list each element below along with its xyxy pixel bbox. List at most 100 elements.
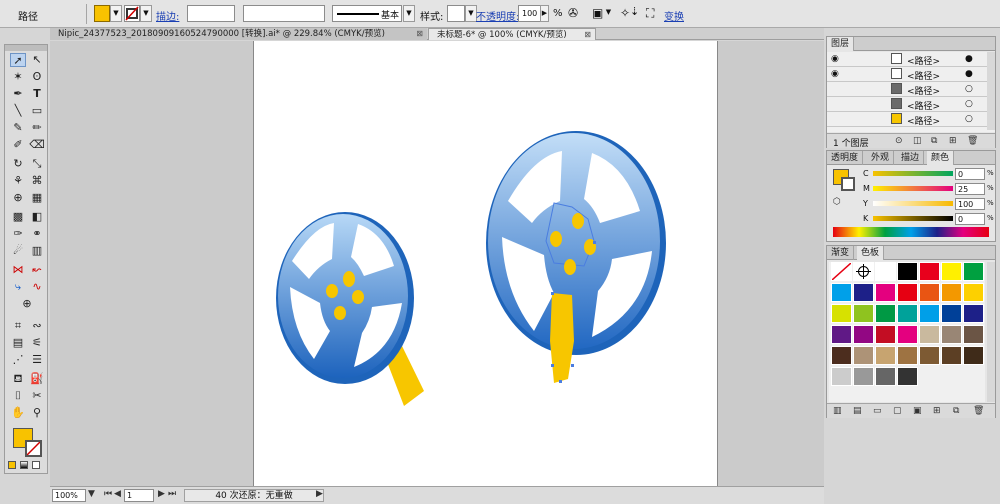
transform-link[interactable]: 变换 [664, 8, 684, 23]
color-swatch[interactable] [897, 262, 918, 281]
layer-row[interactable]: <路径> ○ [827, 97, 987, 112]
locate-object-icon[interactable]: ⊙ [895, 136, 903, 146]
color-swatch[interactable] [853, 325, 874, 344]
brush-definition-select[interactable]: 基本 [332, 5, 402, 22]
crop-tool-icon[interactable]: ⌷ [10, 389, 26, 403]
color-swatch[interactable] [875, 304, 896, 323]
fill-dropdown[interactable]: ▼ [110, 5, 122, 22]
color-swatch[interactable] [875, 367, 896, 386]
color-swatch[interactable] [897, 304, 918, 323]
close-tab-icon[interactable]: ⊠ [416, 28, 423, 40]
recolor-artwork-icon[interactable]: ✇ [568, 6, 578, 20]
twirl-tool-icon[interactable]: ∾ [29, 319, 45, 333]
paint-selection-icon[interactable]: ⛽ [29, 372, 45, 386]
black-slider[interactable] [873, 216, 953, 221]
swatch-libraries-icon[interactable]: ▥ [833, 406, 842, 416]
free-transform-icon[interactable]: ⌘ [29, 174, 45, 188]
stroke-weight-field[interactable] [187, 5, 235, 22]
zoom-tool-icon[interactable]: ⚲ [29, 406, 45, 420]
prev-artboard-icon[interactable]: ◀ [114, 489, 121, 499]
pen-tool-icon[interactable]: ✒ [10, 87, 26, 101]
color-swatch[interactable] [831, 283, 852, 302]
puppet-icon[interactable]: ⇣ [630, 5, 639, 18]
none-swatch[interactable] [831, 262, 852, 281]
next-artboard-icon[interactable]: ▶ [158, 489, 165, 499]
color-swatch[interactable] [919, 346, 940, 365]
layer-row[interactable]: <路径> ○ [827, 82, 987, 97]
knife-tool-icon[interactable]: ✂ [29, 389, 45, 403]
color-swatch[interactable] [963, 325, 984, 344]
lasso-tool-icon[interactable]: ʘ [29, 70, 45, 84]
target-circle-icon[interactable]: ○ [965, 114, 973, 124]
column-graph-icon[interactable]: ▥ [29, 244, 45, 258]
color-swatch[interactable] [831, 325, 852, 344]
opacity-dropdown[interactable]: ▶ [540, 5, 549, 22]
color-swatch[interactable] [919, 304, 940, 323]
gradient-tool-icon[interactable]: ◧ [29, 210, 45, 224]
stack-icon[interactable]: ☰ [29, 353, 45, 367]
color-spectrum-bar[interactable] [833, 227, 989, 237]
zoom-field[interactable]: 100% [52, 489, 86, 502]
yellow-slider[interactable] [873, 201, 953, 206]
new-sublayer-icon[interactable]: ⧉ [931, 136, 937, 146]
close-tab-icon[interactable]: ⊠ [584, 29, 591, 41]
hand-tool-icon[interactable]: ✋ [10, 406, 26, 420]
type-tool-icon[interactable]: T [29, 87, 45, 101]
line-tool-icon[interactable]: ╲ [10, 104, 26, 118]
transform-icon[interactable]: ⛶ [646, 6, 654, 21]
color-mode-icon[interactable] [8, 461, 16, 469]
delete-layer-icon[interactable]: 🗑 [967, 136, 978, 146]
color-swatch[interactable] [875, 325, 896, 344]
color-swatch[interactable] [941, 283, 962, 302]
artboard[interactable] [253, 41, 718, 486]
delete-swatch-icon[interactable]: 🗑 [973, 406, 984, 416]
scale-tool-icon[interactable]: ⤡ [29, 157, 45, 171]
color-swatch[interactable] [831, 304, 852, 323]
color-swatch[interactable] [897, 367, 918, 386]
artboard-number-field[interactable]: 1 [124, 489, 154, 502]
blend-tool-icon[interactable]: ⚭ [29, 227, 45, 241]
color-swatch[interactable] [875, 283, 896, 302]
color-swatch[interactable] [919, 283, 940, 302]
live-paint-bucket-icon[interactable]: ⛾ [10, 372, 26, 386]
color-swatch[interactable] [831, 367, 852, 386]
eye-icon[interactable]: ◉ [831, 69, 839, 79]
color-swatch[interactable] [853, 304, 874, 323]
align-icon[interactable]: ▣ [592, 6, 603, 20]
new-group-icon[interactable]: ⧉ [953, 406, 959, 416]
color-swatch[interactable] [853, 367, 874, 386]
opacity-label[interactable]: 不透明度: [476, 8, 519, 23]
wave-tool-icon[interactable]: ∿ [29, 280, 45, 294]
cyan-slider[interactable] [873, 171, 953, 176]
target-circle-icon[interactable]: ● [965, 69, 973, 79]
tab-stroke[interactable]: 描边 [897, 151, 925, 165]
artboard-tool-icon[interactable]: ⌗ [10, 319, 26, 333]
width-tool-icon[interactable]: ⋈ [10, 263, 26, 277]
cube-icon[interactable]: ⬡ [833, 197, 841, 207]
magic-wand-icon[interactable]: ✶ [10, 70, 26, 84]
status-readout[interactable]: 40 次还原：无重做 [184, 489, 324, 502]
tab-appearance[interactable]: 外观 [867, 151, 895, 165]
stroke-dropdown[interactable]: ▼ [140, 5, 152, 22]
eraser-tool-icon[interactable]: ⌫ [29, 138, 45, 152]
first-artboard-icon[interactable]: ⏮ [104, 489, 112, 499]
rectangle-tool-icon[interactable]: ▭ [29, 104, 45, 118]
layer-row[interactable]: ◉ <路径> ● [827, 52, 987, 67]
reshape-icon[interactable]: ↜ [29, 263, 45, 277]
color-swatch[interactable] [919, 262, 940, 281]
eyedropper-icon[interactable]: ✑ [10, 227, 26, 241]
stroke-label[interactable]: 描边: [156, 8, 179, 23]
tab-swatches[interactable]: 色板 [857, 246, 885, 260]
small-film-reel[interactable] [276, 212, 424, 406]
color-swatch[interactable] [963, 346, 984, 365]
yellow-value[interactable]: 100 [955, 198, 985, 210]
magenta-value[interactable]: 25 [955, 183, 985, 195]
tab-transparency[interactable]: 透明度 [827, 151, 864, 165]
color-swatch[interactable] [963, 262, 984, 281]
new-layer-icon[interactable]: ⊞ [949, 136, 957, 146]
new-swatch-icon[interactable]: ⊞ [933, 406, 941, 416]
color-swatch[interactable] [831, 346, 852, 365]
layer-row[interactable]: <路径> ○ [827, 112, 987, 127]
graphic-style-swatch[interactable] [447, 5, 465, 22]
magenta-slider[interactable] [873, 186, 953, 191]
